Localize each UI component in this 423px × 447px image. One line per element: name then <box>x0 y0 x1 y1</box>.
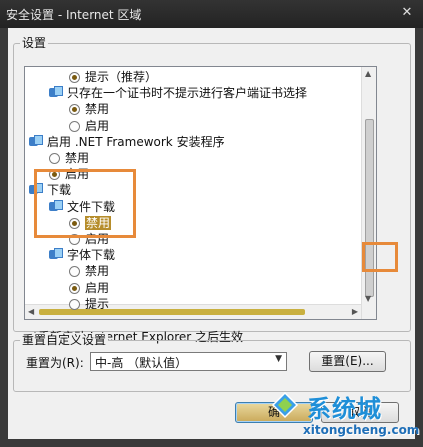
chevron-down-icon: ▼ <box>275 354 282 364</box>
scroll-up-icon[interactable]: ▲ <box>365 69 371 78</box>
close-icon[interactable]: ✕ <box>397 4 417 22</box>
setting-category-row[interactable]: 只存在一个证书时不提示进行客户端证书选择 <box>49 85 307 101</box>
tree-item-label: 提示（推荐） <box>85 70 158 84</box>
setting-category-row[interactable]: 字体下载 <box>49 247 115 263</box>
radio-option-row[interactable]: 禁用 <box>49 150 89 166</box>
dialog-client: 设置 ▲ ▼ ◀ ▶ 提示（推荐） 只存在一个证书时不提示进行客户端证书选择 禁用启… <box>8 28 415 439</box>
radio-option-row[interactable]: 禁用 <box>69 263 109 279</box>
reset-level-value: 中-高 （默认值） <box>95 356 188 370</box>
radio-unselected-icon[interactable] <box>69 298 80 310</box>
tree-item-label: 字体下载 <box>67 248 116 263</box>
reset-group-label: 重置自定义设置 <box>20 333 109 347</box>
setting-category-row[interactable]: 启用 .NET Framework 安装程序 <box>29 134 225 150</box>
scroll-down-icon[interactable]: ▼ <box>365 294 371 303</box>
radio-selected-icon[interactable] <box>69 72 80 83</box>
settings-category-icon <box>49 248 63 261</box>
reset-level-select[interactable]: 中-高 （默认值） ▼ <box>90 352 287 371</box>
radio-option-row[interactable]: 启用 <box>69 280 109 296</box>
radio-option-row[interactable]: 禁用 <box>69 101 109 117</box>
radio-unselected-icon[interactable] <box>49 153 60 164</box>
watermark-brand: 系统城 <box>307 395 382 423</box>
scroll-right-icon[interactable]: ▶ <box>352 307 358 316</box>
settings-group-label: 设置 <box>20 36 49 50</box>
vertical-scrollbar[interactable]: ▲ ▼ <box>361 67 376 319</box>
highlight-download-box <box>34 169 136 238</box>
highlight-scrollbar-box <box>362 242 398 272</box>
tree-item-label: 启用 .NET Framework 安装程序 <box>47 134 225 149</box>
radio-unselected-icon[interactable] <box>69 266 80 278</box>
tree-item-label: 禁用 <box>65 151 90 165</box>
tree-item-label: 启用 <box>85 280 110 295</box>
reset-button[interactable]: 重置(E)... <box>309 351 386 372</box>
radio-option-row[interactable]: 启用 <box>69 118 109 134</box>
settings-category-icon <box>49 86 63 99</box>
scroll-left-icon[interactable]: ◀ <box>28 307 34 316</box>
radio-selected-icon[interactable] <box>69 104 80 116</box>
settings-category-icon <box>29 134 43 148</box>
tree-item-label: 禁用 <box>85 264 110 279</box>
watermark-url: xitongcheng.com <box>303 423 420 437</box>
tree-item-label: 提示 <box>85 296 110 311</box>
radio-option-row[interactable]: 提示（推荐） <box>69 69 157 85</box>
watermark: 系统城 xitongcheng.com <box>263 385 423 447</box>
tree-item-label: 只存在一个证书时不提示进行客户端证书选择 <box>67 86 308 101</box>
reset-to-label: 重置为(R): <box>26 356 84 370</box>
tree-item-label: 启用 <box>85 118 110 133</box>
radio-selected-icon[interactable] <box>69 282 80 294</box>
tree-item-label: 禁用 <box>85 102 110 117</box>
window-title: 安全设置 - Internet 区域 <box>6 8 142 22</box>
security-settings-window: 安全设置 - Internet 区域 ✕ 设置 ▲ ▼ ◀ ▶ 提示（推荐） 只存… <box>0 0 423 447</box>
watermark-logo-icon <box>271 391 299 419</box>
radio-unselected-icon[interactable] <box>69 120 80 132</box>
radio-option-row[interactable]: 提示 <box>69 296 109 312</box>
title-bar: 安全设置 - Internet 区域 ✕ <box>0 0 423 28</box>
